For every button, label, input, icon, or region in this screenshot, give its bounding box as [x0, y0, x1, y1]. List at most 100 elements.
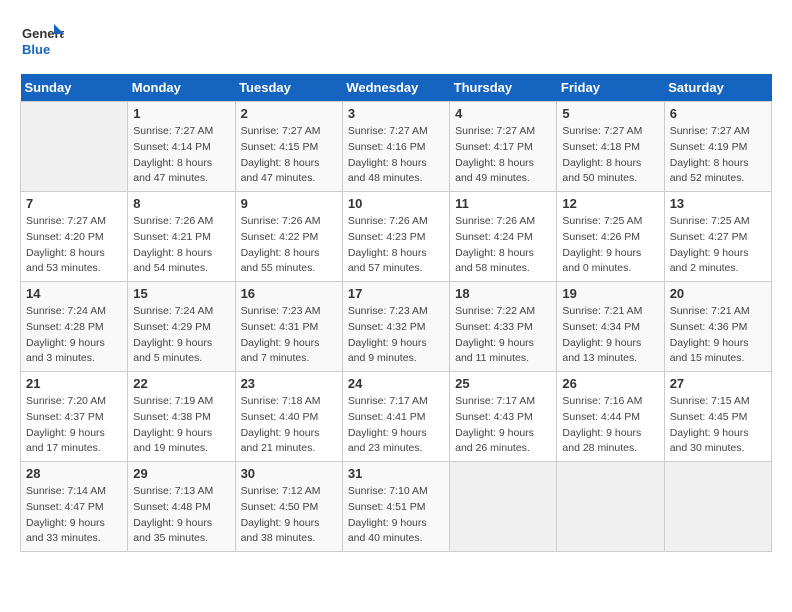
day-number: 6	[670, 106, 766, 121]
day-info: Sunrise: 7:27 AMSunset: 4:20 PMDaylight:…	[26, 214, 122, 277]
day-info: Sunrise: 7:21 AMSunset: 4:36 PMDaylight:…	[670, 304, 766, 367]
day-info: Sunrise: 7:27 AMSunset: 4:15 PMDaylight:…	[241, 124, 337, 187]
calendar-cell: 28Sunrise: 7:14 AMSunset: 4:47 PMDayligh…	[21, 462, 128, 552]
calendar-header-tuesday: Tuesday	[235, 74, 342, 102]
day-number: 1	[133, 106, 229, 121]
day-number: 23	[241, 376, 337, 391]
day-info: Sunrise: 7:21 AMSunset: 4:34 PMDaylight:…	[562, 304, 658, 367]
calendar-cell: 22 Sunrise: 7:19 AMSunset: 4:38 PMDayligh…	[128, 372, 235, 462]
calendar-cell: 27Sunrise: 7:15 AMSunset: 4:45 PMDayligh…	[664, 372, 771, 462]
calendar-cell: 2 Sunrise: 7:27 AMSunset: 4:15 PMDaylight…	[235, 102, 342, 192]
calendar-cell: 26 Sunrise: 7:16 AMSunset: 4:44 PMDayligh…	[557, 372, 664, 462]
day-number: 20	[670, 286, 766, 301]
day-number: 12	[562, 196, 658, 211]
day-info: Sunrise: 7:16 AMSunset: 4:44 PMDaylight:…	[562, 394, 658, 457]
page-header: General Blue	[20, 20, 772, 64]
calendar-cell: 17 Sunrise: 7:23 AMSunset: 4:32 PMDayligh…	[342, 282, 449, 372]
day-number: 24	[348, 376, 444, 391]
svg-text:Blue: Blue	[22, 42, 50, 57]
day-info: Sunrise: 7:19 AMSunset: 4:38 PMDaylight:…	[133, 394, 229, 457]
calendar-header-saturday: Saturday	[664, 74, 771, 102]
calendar-header-friday: Friday	[557, 74, 664, 102]
day-number: 17	[348, 286, 444, 301]
day-info: Sunrise: 7:13 AMSunset: 4:48 PMDaylight:…	[133, 484, 229, 547]
calendar-header-monday: Monday	[128, 74, 235, 102]
calendar-cell: 12 Sunrise: 7:25 AMSunset: 4:26 PMDayligh…	[557, 192, 664, 282]
day-info: Sunrise: 7:24 AMSunset: 4:29 PMDaylight:…	[133, 304, 229, 367]
day-number: 15	[133, 286, 229, 301]
day-info: Sunrise: 7:26 AMSunset: 4:21 PMDaylight:…	[133, 214, 229, 277]
day-info: Sunrise: 7:27 AMSunset: 4:19 PMDaylight:…	[670, 124, 766, 187]
calendar-header-wednesday: Wednesday	[342, 74, 449, 102]
day-info: Sunrise: 7:24 AMSunset: 4:28 PMDaylight:…	[26, 304, 122, 367]
calendar-cell: 21 Sunrise: 7:20 AMSunset: 4:37 PMDayligh…	[21, 372, 128, 462]
calendar-cell: 20 Sunrise: 7:21 AMSunset: 4:36 PMDayligh…	[664, 282, 771, 372]
calendar-cell: 24 Sunrise: 7:17 AMSunset: 4:41 PMDayligh…	[342, 372, 449, 462]
calendar-cell: 11 Sunrise: 7:26 AMSunset: 4:24 PMDayligh…	[450, 192, 557, 282]
day-number: 18	[455, 286, 551, 301]
calendar-cell: 15 Sunrise: 7:24 AMSunset: 4:29 PMDayligh…	[128, 282, 235, 372]
day-info: Sunrise: 7:27 AMSunset: 4:17 PMDaylight:…	[455, 124, 551, 187]
day-number: 21	[26, 376, 122, 391]
calendar-week-row: 28Sunrise: 7:14 AMSunset: 4:47 PMDayligh…	[21, 462, 772, 552]
calendar-header-sunday: Sunday	[21, 74, 128, 102]
day-info: Sunrise: 7:22 AMSunset: 4:33 PMDaylight:…	[455, 304, 551, 367]
day-info: Sunrise: 7:27 AMSunset: 4:18 PMDaylight:…	[562, 124, 658, 187]
calendar-cell: 25 Sunrise: 7:17 AMSunset: 4:43 PMDayligh…	[450, 372, 557, 462]
day-info: Sunrise: 7:26 AMSunset: 4:24 PMDaylight:…	[455, 214, 551, 277]
logo: General Blue	[20, 20, 64, 64]
day-info: Sunrise: 7:26 AMSunset: 4:23 PMDaylight:…	[348, 214, 444, 277]
day-number: 22	[133, 376, 229, 391]
calendar-header-thursday: Thursday	[450, 74, 557, 102]
day-number: 4	[455, 106, 551, 121]
day-info: Sunrise: 7:27 AMSunset: 4:14 PMDaylight:…	[133, 124, 229, 187]
day-info: Sunrise: 7:15 AMSunset: 4:45 PMDaylight:…	[670, 394, 766, 457]
calendar-cell: 19 Sunrise: 7:21 AMSunset: 4:34 PMDayligh…	[557, 282, 664, 372]
calendar-cell: 29 Sunrise: 7:13 AMSunset: 4:48 PMDayligh…	[128, 462, 235, 552]
day-number: 5	[562, 106, 658, 121]
calendar-cell: 10 Sunrise: 7:26 AMSunset: 4:23 PMDayligh…	[342, 192, 449, 282]
day-number: 26	[562, 376, 658, 391]
day-info: Sunrise: 7:25 AMSunset: 4:27 PMDaylight:…	[670, 214, 766, 277]
day-number: 3	[348, 106, 444, 121]
day-info: Sunrise: 7:26 AMSunset: 4:22 PMDaylight:…	[241, 214, 337, 277]
day-number: 13	[670, 196, 766, 211]
calendar-cell: 1 Sunrise: 7:27 AMSunset: 4:14 PMDaylight…	[128, 102, 235, 192]
calendar-cell	[557, 462, 664, 552]
calendar-cell: 31 Sunrise: 7:10 AMSunset: 4:51 PMDayligh…	[342, 462, 449, 552]
day-info: Sunrise: 7:17 AMSunset: 4:41 PMDaylight:…	[348, 394, 444, 457]
calendar-week-row: 14 Sunrise: 7:24 AMSunset: 4:28 PMDayligh…	[21, 282, 772, 372]
day-number: 14	[26, 286, 122, 301]
calendar-cell	[21, 102, 128, 192]
day-number: 7	[26, 196, 122, 211]
day-number: 28	[26, 466, 122, 481]
day-info: Sunrise: 7:27 AMSunset: 4:16 PMDaylight:…	[348, 124, 444, 187]
day-info: Sunrise: 7:17 AMSunset: 4:43 PMDaylight:…	[455, 394, 551, 457]
calendar-cell: 30Sunrise: 7:12 AMSunset: 4:50 PMDayligh…	[235, 462, 342, 552]
day-info: Sunrise: 7:23 AMSunset: 4:32 PMDaylight:…	[348, 304, 444, 367]
day-number: 25	[455, 376, 551, 391]
calendar-cell: 9 Sunrise: 7:26 AMSunset: 4:22 PMDaylight…	[235, 192, 342, 282]
day-number: 2	[241, 106, 337, 121]
day-number: 19	[562, 286, 658, 301]
day-info: Sunrise: 7:25 AMSunset: 4:26 PMDaylight:…	[562, 214, 658, 277]
day-number: 9	[241, 196, 337, 211]
day-info: Sunrise: 7:23 AMSunset: 4:31 PMDaylight:…	[241, 304, 337, 367]
calendar-cell: 18 Sunrise: 7:22 AMSunset: 4:33 PMDayligh…	[450, 282, 557, 372]
day-info: Sunrise: 7:10 AMSunset: 4:51 PMDaylight:…	[348, 484, 444, 547]
calendar-cell: 5 Sunrise: 7:27 AMSunset: 4:18 PMDaylight…	[557, 102, 664, 192]
logo-svg: General Blue	[20, 20, 64, 64]
calendar-cell: 23Sunrise: 7:18 AMSunset: 4:40 PMDayligh…	[235, 372, 342, 462]
day-number: 31	[348, 466, 444, 481]
calendar-cell	[664, 462, 771, 552]
calendar-cell	[450, 462, 557, 552]
day-number: 11	[455, 196, 551, 211]
day-info: Sunrise: 7:20 AMSunset: 4:37 PMDaylight:…	[26, 394, 122, 457]
calendar-cell: 7 Sunrise: 7:27 AMSunset: 4:20 PMDaylight…	[21, 192, 128, 282]
calendar-table: SundayMondayTuesdayWednesdayThursdayFrid…	[20, 74, 772, 552]
day-number: 10	[348, 196, 444, 211]
day-number: 8	[133, 196, 229, 211]
day-number: 29	[133, 466, 229, 481]
day-number: 16	[241, 286, 337, 301]
day-info: Sunrise: 7:12 AMSunset: 4:50 PMDaylight:…	[241, 484, 337, 547]
